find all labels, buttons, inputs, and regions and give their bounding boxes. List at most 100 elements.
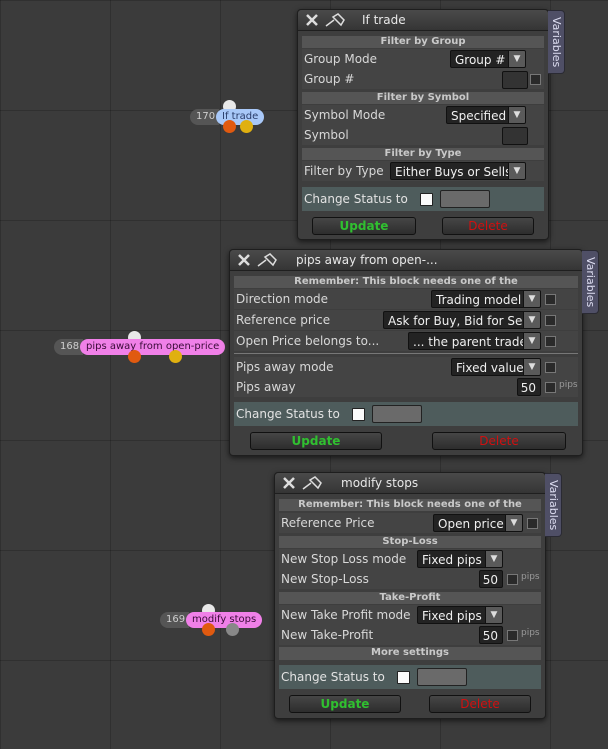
delete-button[interactable]: Delete [429, 695, 531, 713]
reference-price-checkbox[interactable] [545, 315, 556, 326]
sl-mode-value: Fixed pips [422, 553, 482, 567]
stop-loss-checkbox[interactable] [507, 574, 518, 585]
connector-gray-dot[interactable] [226, 623, 239, 636]
pips-away-mode-checkbox[interactable] [545, 362, 556, 373]
status-value-box[interactable] [417, 668, 467, 686]
direction-mode-value: Trading model [436, 293, 522, 307]
connector-orange-dot[interactable] [223, 120, 236, 133]
panel-body: Remember: This block needs one of the Di… [234, 274, 578, 450]
stop-loss-label: New Stop-Loss [281, 572, 369, 586]
row-tp-mode: New Take Profit mode Fixed pips ▼ [279, 605, 541, 625]
update-button[interactable]: Update [250, 432, 382, 450]
row-reference-price: Reference Price Open price ▼ [279, 513, 541, 533]
symbol-input[interactable] [502, 127, 528, 145]
direction-mode-checkbox[interactable] [545, 294, 556, 305]
status-value-box[interactable] [372, 405, 422, 423]
close-icon[interactable] [304, 12, 320, 28]
row-reference-price: Reference price Ask for Buy, Bid for Sel… [234, 310, 578, 330]
connector-orange-dot[interactable] [202, 623, 215, 636]
row-group-mode: Group Mode Group # ▼ [302, 49, 544, 69]
dropdown-arrow-icon[interactable]: ▼ [485, 551, 502, 567]
change-status-label: Change Status to [281, 670, 385, 684]
close-icon[interactable] [236, 252, 252, 268]
take-profit-label: New Take-Profit [281, 628, 374, 642]
reference-price-select[interactable]: Ask for Buy, Bid for Sell ▼ [383, 311, 541, 329]
open-price-belongs-value: ... the parent trade [413, 335, 527, 349]
sl-mode-select[interactable]: Fixed pips ▼ [417, 550, 503, 568]
group-mode-value: Group # [455, 53, 506, 67]
group-num-input[interactable] [502, 71, 528, 89]
connector-yellow-dot[interactable] [169, 350, 182, 363]
titlebar[interactable]: pips away from open-... [230, 250, 582, 271]
node-if-trade[interactable]: 170 If trade [190, 100, 270, 136]
delete-button[interactable]: Delete [442, 217, 534, 235]
symbol-mode-select[interactable]: Specified ▼ [446, 106, 526, 124]
panel-modify-stops: modify stops Variables Remember: This bl… [274, 472, 562, 719]
panel-if-trade: If trade Variables Filter by Group Group… [297, 9, 565, 240]
titlebar[interactable]: If trade [298, 10, 548, 31]
tp-mode-select[interactable]: Fixed pips ▼ [417, 606, 503, 624]
variables-tab[interactable]: Variables [545, 473, 562, 537]
node-modify-stops[interactable]: 169 modify stops [160, 604, 263, 640]
pin-icon[interactable] [324, 12, 346, 28]
group-num-checkbox[interactable] [530, 74, 541, 85]
group-num-label: Group # [304, 72, 355, 86]
pin-icon[interactable] [256, 252, 278, 268]
dropdown-arrow-icon[interactable]: ▼ [523, 359, 540, 375]
delete-button[interactable]: Delete [432, 432, 566, 450]
change-status-checkbox[interactable] [352, 408, 365, 421]
panel-pips-away: pips away from open-... Variables Rememb… [229, 249, 599, 456]
filter-type-select[interactable]: Either Buys or Sells ▼ [390, 162, 526, 180]
dropdown-arrow-icon[interactable]: ▼ [523, 312, 540, 328]
change-status-label: Change Status to [304, 192, 408, 206]
dropdown-arrow-icon[interactable]: ▼ [485, 607, 502, 623]
row-group-num: Group # [302, 69, 544, 89]
filter-type-label: Filter by Type [304, 164, 384, 178]
group-mode-select[interactable]: Group # ▼ [450, 50, 526, 68]
dropdown-arrow-icon[interactable]: ▼ [523, 291, 540, 307]
dropdown-arrow-icon[interactable]: ▼ [508, 51, 525, 67]
reference-price-select[interactable]: Open price ▼ [433, 514, 523, 532]
take-profit-input[interactable]: 50 [479, 626, 503, 644]
reference-price-checkbox[interactable] [527, 518, 538, 529]
update-button[interactable]: Update [312, 217, 416, 235]
pips-away-mode-select[interactable]: Fixed value ▼ [451, 358, 541, 376]
connector-orange-dot[interactable] [128, 350, 141, 363]
change-status-checkbox[interactable] [397, 671, 410, 684]
pips-away-input[interactable]: 50 [517, 378, 541, 396]
update-button[interactable]: Update [289, 695, 401, 713]
reference-price-label: Reference price [236, 313, 331, 327]
section-more-settings[interactable]: More settings [279, 647, 541, 660]
symbol-label: Symbol [304, 128, 349, 142]
node-label: modify stops [186, 612, 263, 628]
status-value-box[interactable] [440, 190, 490, 208]
pips-unit: pips [521, 572, 540, 582]
stop-loss-input[interactable]: 50 [479, 570, 503, 588]
change-status-checkbox[interactable] [420, 193, 433, 206]
pin-icon[interactable] [301, 475, 323, 491]
close-icon[interactable] [281, 475, 297, 491]
dropdown-arrow-icon[interactable]: ▼ [505, 515, 522, 531]
direction-mode-select[interactable]: Trading model ▼ [431, 290, 541, 308]
variables-tab[interactable]: Variables [582, 250, 599, 314]
row-open-price-belongs: Open Price belongs to... ... the parent … [234, 331, 578, 351]
section-filter-type: Filter by Type [302, 148, 544, 160]
node-pips-away[interactable]: 168 pips away from open-price [54, 331, 226, 367]
open-price-belongs-checkbox[interactable] [545, 336, 556, 347]
group-mode-label: Group Mode [304, 52, 378, 66]
connector-yellow-dot[interactable] [240, 120, 253, 133]
section-filter-group: Filter by Group [302, 36, 544, 48]
row-pips-away-mode: Pips away mode Fixed value ▼ [234, 357, 578, 377]
open-price-belongs-select[interactable]: ... the parent trade ▼ [408, 332, 541, 350]
section-remember: Remember: This block needs one of the [279, 499, 541, 511]
dropdown-arrow-icon[interactable]: ▼ [523, 333, 540, 349]
row-filter-type: Filter by Type Either Buys or Sells ▼ [302, 161, 544, 181]
symbol-mode-value: Specified [451, 109, 507, 123]
pips-away-checkbox[interactable] [545, 382, 556, 393]
variables-tab[interactable]: Variables [548, 10, 565, 74]
titlebar[interactable]: modify stops [275, 473, 545, 494]
dropdown-arrow-icon[interactable]: ▼ [508, 163, 525, 179]
dropdown-arrow-icon[interactable]: ▼ [508, 107, 525, 123]
node-id: 170 [190, 109, 220, 125]
take-profit-checkbox[interactable] [507, 630, 518, 641]
